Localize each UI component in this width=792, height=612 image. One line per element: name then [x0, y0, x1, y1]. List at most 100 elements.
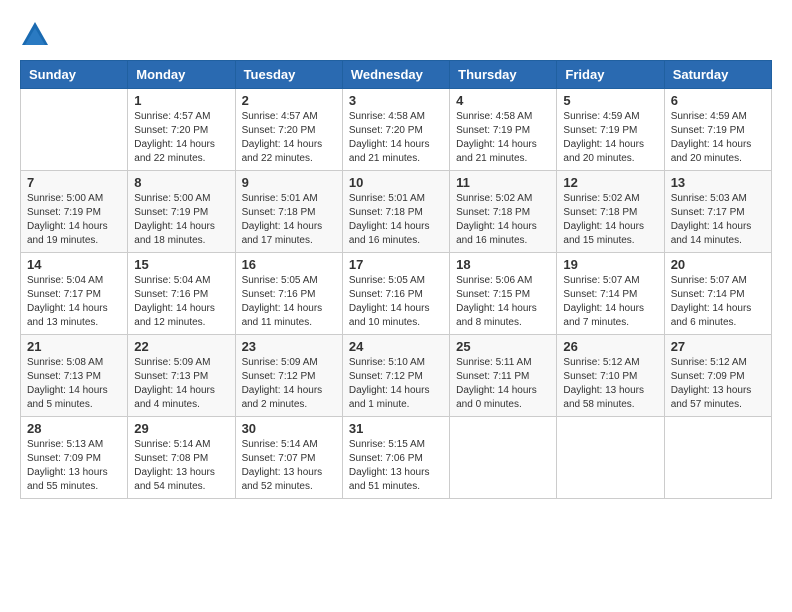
day-number: 17	[349, 257, 443, 272]
day-info: Sunrise: 5:06 AM Sunset: 7:15 PM Dayligh…	[456, 274, 550, 330]
day-info: Sunrise: 5:01 AM Sunset: 7:18 PM Dayligh…	[242, 192, 336, 248]
day-info: Sunrise: 4:57 AM Sunset: 7:20 PM Dayligh…	[134, 110, 228, 166]
day-number: 29	[134, 421, 228, 436]
day-info: Sunrise: 5:08 AM Sunset: 7:13 PM Dayligh…	[27, 356, 121, 412]
calendar-cell	[450, 417, 557, 499]
calendar-cell: 9 Sunrise: 5:01 AM Sunset: 7:18 PM Daylig…	[235, 171, 342, 253]
calendar-cell: 30 Sunrise: 5:14 AM Sunset: 7:07 PM Dayli…	[235, 417, 342, 499]
day-number: 8	[134, 175, 228, 190]
day-info: Sunrise: 5:14 AM Sunset: 7:07 PM Dayligh…	[242, 438, 336, 494]
day-info: Sunrise: 5:00 AM Sunset: 7:19 PM Dayligh…	[27, 192, 121, 248]
day-number: 10	[349, 175, 443, 190]
calendar-cell: 24 Sunrise: 5:10 AM Sunset: 7:12 PM Dayli…	[342, 335, 449, 417]
day-number: 30	[242, 421, 336, 436]
day-number: 4	[456, 93, 550, 108]
calendar-cell: 31 Sunrise: 5:15 AM Sunset: 7:06 PM Dayli…	[342, 417, 449, 499]
day-number: 9	[242, 175, 336, 190]
day-info: Sunrise: 5:02 AM Sunset: 7:18 PM Dayligh…	[456, 192, 550, 248]
day-number: 16	[242, 257, 336, 272]
day-info: Sunrise: 5:12 AM Sunset: 7:10 PM Dayligh…	[563, 356, 657, 412]
calendar-cell: 13 Sunrise: 5:03 AM Sunset: 7:17 PM Dayli…	[664, 171, 771, 253]
day-info: Sunrise: 5:04 AM Sunset: 7:16 PM Dayligh…	[134, 274, 228, 330]
weekday-header-tuesday: Tuesday	[235, 61, 342, 89]
day-info: Sunrise: 5:09 AM Sunset: 7:13 PM Dayligh…	[134, 356, 228, 412]
weekday-header-friday: Friday	[557, 61, 664, 89]
calendar-cell: 25 Sunrise: 5:11 AM Sunset: 7:11 PM Dayli…	[450, 335, 557, 417]
calendar-cell	[21, 89, 128, 171]
day-number: 11	[456, 175, 550, 190]
day-number: 21	[27, 339, 121, 354]
day-number: 22	[134, 339, 228, 354]
day-info: Sunrise: 5:05 AM Sunset: 7:16 PM Dayligh…	[349, 274, 443, 330]
day-number: 26	[563, 339, 657, 354]
day-number: 13	[671, 175, 765, 190]
day-number: 3	[349, 93, 443, 108]
day-info: Sunrise: 5:09 AM Sunset: 7:12 PM Dayligh…	[242, 356, 336, 412]
day-number: 28	[27, 421, 121, 436]
calendar-cell: 15 Sunrise: 5:04 AM Sunset: 7:16 PM Dayli…	[128, 253, 235, 335]
day-info: Sunrise: 5:15 AM Sunset: 7:06 PM Dayligh…	[349, 438, 443, 494]
day-info: Sunrise: 4:58 AM Sunset: 7:19 PM Dayligh…	[456, 110, 550, 166]
calendar-cell: 4 Sunrise: 4:58 AM Sunset: 7:19 PM Daylig…	[450, 89, 557, 171]
day-number: 6	[671, 93, 765, 108]
day-info: Sunrise: 5:04 AM Sunset: 7:17 PM Dayligh…	[27, 274, 121, 330]
calendar-cell: 22 Sunrise: 5:09 AM Sunset: 7:13 PM Dayli…	[128, 335, 235, 417]
calendar-cell: 23 Sunrise: 5:09 AM Sunset: 7:12 PM Dayli…	[235, 335, 342, 417]
day-info: Sunrise: 4:59 AM Sunset: 7:19 PM Dayligh…	[671, 110, 765, 166]
calendar-cell: 29 Sunrise: 5:14 AM Sunset: 7:08 PM Dayli…	[128, 417, 235, 499]
calendar-cell: 10 Sunrise: 5:01 AM Sunset: 7:18 PM Dayli…	[342, 171, 449, 253]
weekday-header-wednesday: Wednesday	[342, 61, 449, 89]
calendar-cell: 2Sunrise: 4:57 AM Sunset: 7:20 PM Daylig…	[235, 89, 342, 171]
day-number: 24	[349, 339, 443, 354]
calendar-week-2: 7 Sunrise: 5:00 AM Sunset: 7:19 PM Daylig…	[21, 171, 772, 253]
day-info: Sunrise: 5:07 AM Sunset: 7:14 PM Dayligh…	[563, 274, 657, 330]
day-number: 2	[242, 93, 336, 108]
calendar-cell: 7 Sunrise: 5:00 AM Sunset: 7:19 PM Daylig…	[21, 171, 128, 253]
day-number: 14	[27, 257, 121, 272]
day-number: 12	[563, 175, 657, 190]
calendar-week-3: 14 Sunrise: 5:04 AM Sunset: 7:17 PM Dayli…	[21, 253, 772, 335]
calendar-cell: 20Sunrise: 5:07 AM Sunset: 7:14 PM Dayli…	[664, 253, 771, 335]
weekday-header-monday: Monday	[128, 61, 235, 89]
day-number: 7	[27, 175, 121, 190]
day-info: Sunrise: 5:11 AM Sunset: 7:11 PM Dayligh…	[456, 356, 550, 412]
day-info: Sunrise: 5:03 AM Sunset: 7:17 PM Dayligh…	[671, 192, 765, 248]
calendar-cell	[557, 417, 664, 499]
calendar-cell: 12Sunrise: 5:02 AM Sunset: 7:18 PM Dayli…	[557, 171, 664, 253]
day-info: Sunrise: 5:14 AM Sunset: 7:08 PM Dayligh…	[134, 438, 228, 494]
logo	[20, 20, 54, 50]
calendar-week-5: 28 Sunrise: 5:13 AM Sunset: 7:09 PM Dayli…	[21, 417, 772, 499]
day-info: Sunrise: 5:00 AM Sunset: 7:19 PM Dayligh…	[134, 192, 228, 248]
day-info: Sunrise: 5:07 AM Sunset: 7:14 PM Dayligh…	[671, 274, 765, 330]
calendar-cell: 14 Sunrise: 5:04 AM Sunset: 7:17 PM Dayli…	[21, 253, 128, 335]
day-info: Sunrise: 5:12 AM Sunset: 7:09 PM Dayligh…	[671, 356, 765, 412]
calendar-table: SundayMondayTuesdayWednesdayThursdayFrid…	[20, 60, 772, 499]
weekday-header-saturday: Saturday	[664, 61, 771, 89]
day-info: Sunrise: 5:10 AM Sunset: 7:12 PM Dayligh…	[349, 356, 443, 412]
day-number: 19	[563, 257, 657, 272]
calendar-week-4: 21 Sunrise: 5:08 AM Sunset: 7:13 PM Dayli…	[21, 335, 772, 417]
day-number: 18	[456, 257, 550, 272]
day-info: Sunrise: 5:13 AM Sunset: 7:09 PM Dayligh…	[27, 438, 121, 494]
calendar-cell: 1Sunrise: 4:57 AM Sunset: 7:20 PM Daylig…	[128, 89, 235, 171]
day-number: 23	[242, 339, 336, 354]
day-number: 15	[134, 257, 228, 272]
weekday-header-thursday: Thursday	[450, 61, 557, 89]
day-info: Sunrise: 4:58 AM Sunset: 7:20 PM Dayligh…	[349, 110, 443, 166]
weekday-header-sunday: Sunday	[21, 61, 128, 89]
logo-icon	[20, 20, 50, 50]
weekday-header-row: SundayMondayTuesdayWednesdayThursdayFrid…	[21, 61, 772, 89]
calendar-cell: 3 Sunrise: 4:58 AM Sunset: 7:20 PM Daylig…	[342, 89, 449, 171]
day-info: Sunrise: 5:01 AM Sunset: 7:18 PM Dayligh…	[349, 192, 443, 248]
calendar-cell	[664, 417, 771, 499]
calendar-cell: 16 Sunrise: 5:05 AM Sunset: 7:16 PM Dayli…	[235, 253, 342, 335]
day-info: Sunrise: 4:59 AM Sunset: 7:19 PM Dayligh…	[563, 110, 657, 166]
day-number: 5	[563, 93, 657, 108]
calendar-cell: 6 Sunrise: 4:59 AM Sunset: 7:19 PM Daylig…	[664, 89, 771, 171]
day-info: Sunrise: 5:05 AM Sunset: 7:16 PM Dayligh…	[242, 274, 336, 330]
day-number: 25	[456, 339, 550, 354]
calendar-cell: 27 Sunrise: 5:12 AM Sunset: 7:09 PM Dayli…	[664, 335, 771, 417]
calendar-cell: 11 Sunrise: 5:02 AM Sunset: 7:18 PM Dayli…	[450, 171, 557, 253]
day-number: 27	[671, 339, 765, 354]
day-number: 31	[349, 421, 443, 436]
